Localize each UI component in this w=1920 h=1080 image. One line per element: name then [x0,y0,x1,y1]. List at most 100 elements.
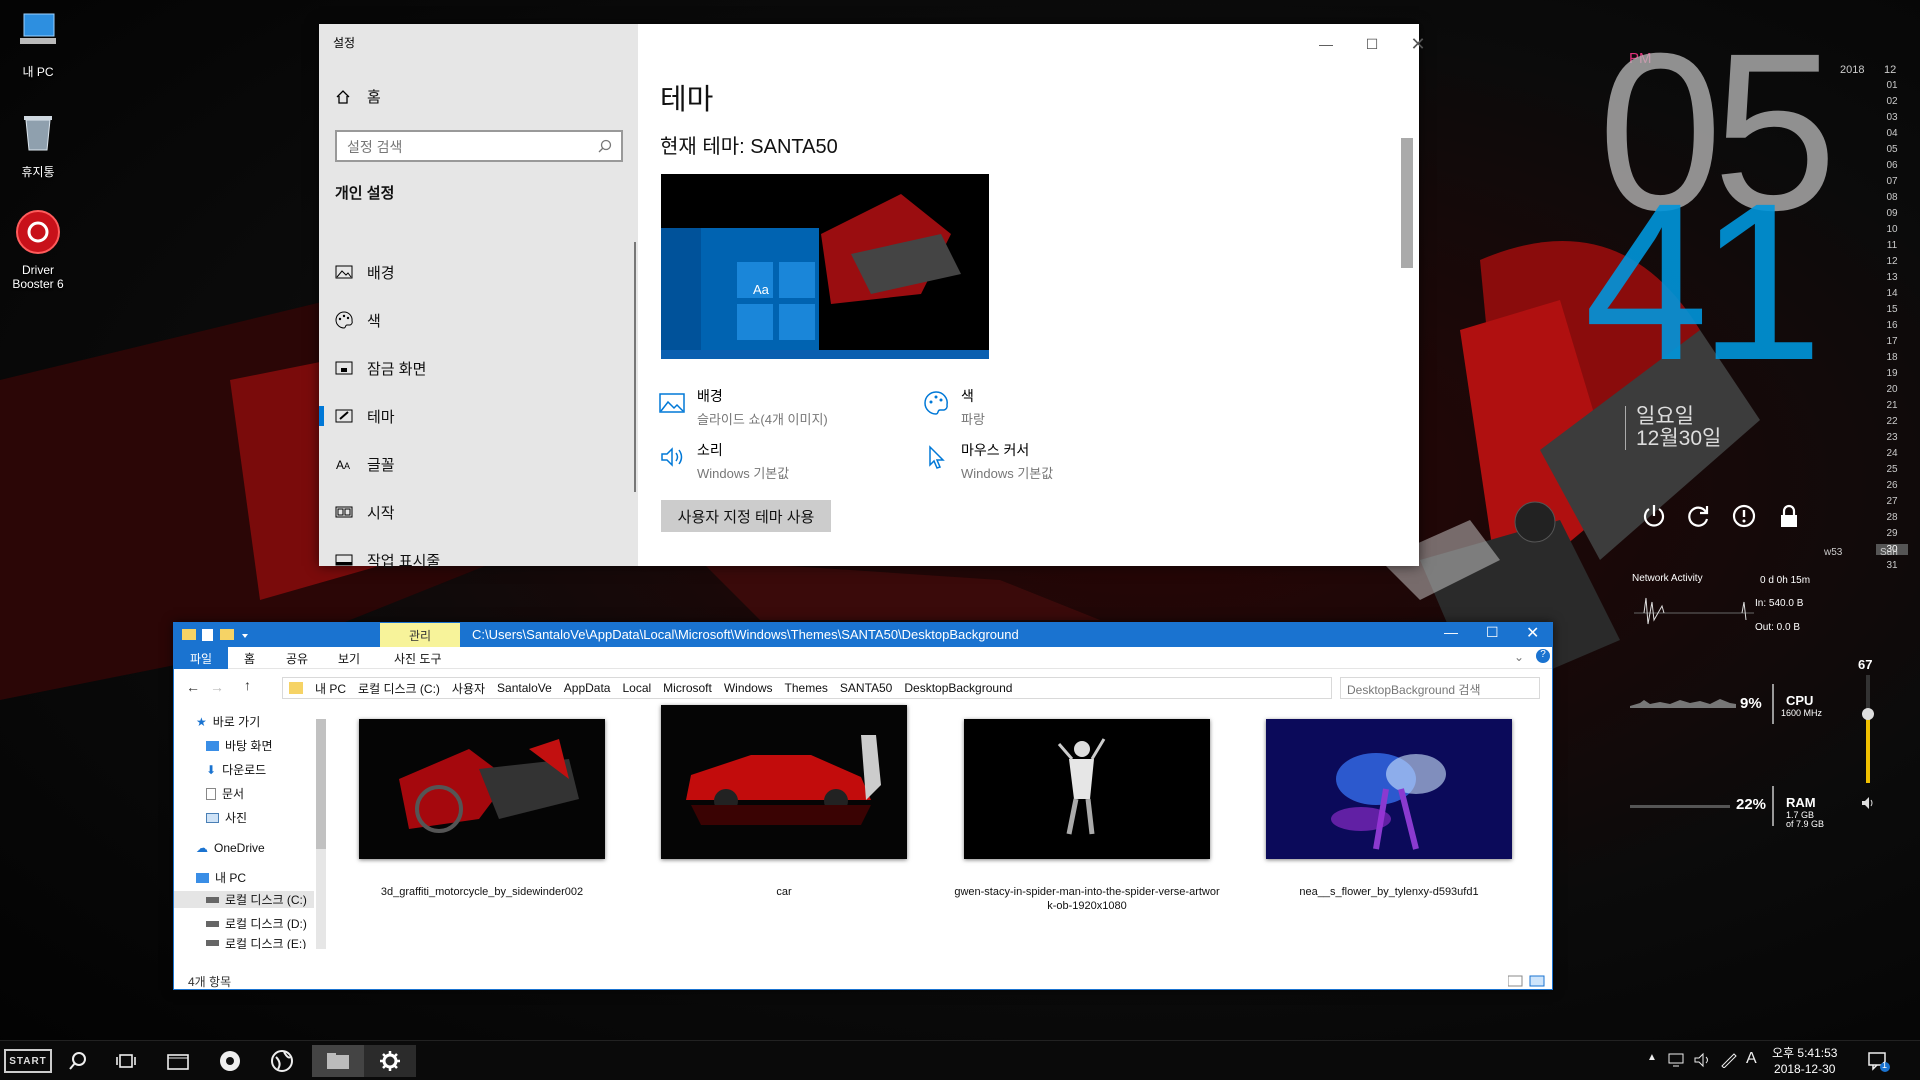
theme-option-color[interactable]: 색 파랑 [923,386,985,428]
tree-item-documents[interactable]: 문서 [206,785,244,802]
back-arrow-icon[interactable]: ← [186,679,200,695]
breadcrumb-item[interactable]: SANTA50 [840,681,892,695]
theme-option-background[interactable]: 배경 슬라이드 쇼(4개 이미지) [659,386,828,428]
nav-item-fonts[interactable]: AA 글꼴 [319,444,638,484]
tree-item-pictures[interactable]: 사진 [206,809,247,826]
explorer-search-input[interactable]: DesktopBackground 검색 [1340,677,1540,699]
desktop-icon-recycle-bin[interactable]: 휴지통 [0,108,76,180]
breadcrumb-item[interactable]: Local [622,681,651,695]
file-name[interactable]: car [649,885,919,899]
task-view-icon[interactable] [104,1045,148,1077]
start-button[interactable]: START [4,1049,52,1073]
file-thumbnail[interactable] [661,705,907,859]
breadcrumb-item[interactable]: Microsoft [663,681,712,695]
net-in: In: 540.0 B [1755,598,1804,609]
close-button[interactable]: ✕ [1395,30,1441,58]
settings-search-input[interactable]: 설정 검색 [335,130,623,162]
desktop-icon-this-pc[interactable]: 내 PC [0,8,76,80]
close-button[interactable]: ✕ [1526,623,1539,643]
tree-item-drive-d[interactable]: 로컬 디스크 (D:) [206,915,307,932]
desktop-icon-driver-booster[interactable]: Driver Booster 6 [0,208,76,291]
chevron-down-icon[interactable]: ⌄ [1514,650,1524,664]
volume-icon[interactable] [1860,795,1876,811]
ribbon-tab-home[interactable]: 홈 [244,650,255,667]
settings-taskbar-button[interactable] [364,1045,416,1077]
restart-icon[interactable] [1686,503,1712,529]
chevron-up-icon[interactable]: ▲ [1647,1052,1657,1063]
lock-icon[interactable] [1776,503,1802,529]
tree-item-quick-access[interactable]: ★ 바로 가기 [196,713,260,730]
minimize-button[interactable]: — [1303,30,1349,58]
ribbon-tab-view[interactable]: 보기 [338,650,360,667]
option-title: 소리 [697,442,723,458]
breadcrumb-item[interactable]: Themes [785,681,828,695]
breadcrumb-item[interactable]: 내 PC [315,680,346,697]
forward-arrow-icon[interactable]: → [210,679,224,695]
breadcrumb-item[interactable]: SantaloVe [497,681,552,695]
tree-item-downloads[interactable]: ⬇ 다운로드 [206,761,266,778]
search-icon[interactable] [56,1045,100,1077]
folder-icon [289,682,303,694]
scrollbar-thumb[interactable] [1401,138,1413,268]
tree-item-drive-e[interactable]: 로컬 디스크 (E:) [206,937,306,949]
file-thumbnail[interactable] [1266,719,1512,859]
scrollbar-thumb[interactable] [316,719,326,849]
tree-item-desktop[interactable]: 바탕 화면 [206,737,273,754]
help-icon[interactable]: ? [1536,649,1550,663]
breadcrumb-item[interactable]: Windows [724,681,773,695]
ribbon-tab-picture-tools[interactable]: 사진 도구 [394,650,442,667]
file-name[interactable]: gwen-stacy-in-spider-man-into-the-spider… [952,885,1222,914]
power-icon[interactable] [1641,503,1667,529]
nav-item-background[interactable]: 배경 [319,252,638,292]
sidebar-scrollbar[interactable] [634,242,636,492]
use-custom-theme-button[interactable]: 사용자 지정 테마 사용 [661,500,831,532]
network-icon[interactable] [1668,1052,1686,1068]
nav-item-themes[interactable]: 테마 [319,396,638,436]
view-toggle[interactable] [1508,975,1548,987]
nav-item-lock-screen[interactable]: 잠금 화면 [319,348,638,388]
minimize-button[interactable]: — [1444,624,1458,640]
quick-access-toolbar[interactable] [182,627,262,643]
tab-manage[interactable]: 관리 [380,623,460,647]
input-method-indicator[interactable]: A [1746,1050,1757,1068]
breadcrumb-item[interactable]: 로컬 디스크 (C:) [358,680,440,697]
volume-slider[interactable] [1862,675,1874,783]
main-scrollbar[interactable] [1401,124,1413,544]
theme-option-mouse-cursor[interactable]: 마우스 커서 Windows 기본값 [923,440,1053,482]
maximize-button[interactable]: ☐ [1486,624,1499,641]
cpu-graph [1630,699,1736,708]
shutdown-icon[interactable] [1731,503,1757,529]
maximize-button[interactable]: ☐ [1349,30,1395,58]
file-thumbnail[interactable] [964,719,1210,859]
file-name[interactable]: 3d_graffiti_motorcycle_by_sidewinder002 [347,885,617,899]
nav-item-color[interactable]: 색 [319,300,638,340]
address-bar[interactable]: 내 PC 로컬 디스크 (C:) 사용자 SantaloVe AppData L… [282,677,1332,699]
taskbar-clock[interactable]: 오후 5:41:53 2018-12-30 [1772,1045,1837,1077]
breadcrumb-item[interactable]: 사용자 [452,680,485,697]
theme-option-sounds[interactable]: 소리 Windows 기본값 [659,440,789,482]
file-name[interactable]: nea__s_flower_by_tylenxy-d593ufd1 [1254,885,1524,899]
speaker-icon[interactable] [1694,1052,1712,1068]
explorer-taskbar-button[interactable] [312,1045,364,1077]
ribbon-tab-share[interactable]: 공유 [286,650,308,667]
volume-knob[interactable] [1862,708,1874,720]
current-theme-label: 현재 테마: SANTA50 [660,136,838,158]
nav-home[interactable]: 홈 [335,86,381,107]
file-thumbnail[interactable] [359,719,605,859]
breadcrumb-item[interactable]: AppData [564,681,611,695]
media-player-icon[interactable] [208,1045,252,1077]
tree-item-this-pc[interactable]: 내 PC [196,869,246,886]
tree-item-drive-c[interactable]: 로컬 디스크 (C:) [174,891,314,908]
up-arrow-icon[interactable]: ↑ [244,677,251,693]
pen-icon[interactable] [1720,1052,1738,1068]
browser-icon[interactable] [260,1045,304,1077]
explorer-title-path: C:\Users\SantaloVe\AppData\Local\Microso… [472,627,1019,642]
tree-item-onedrive[interactable]: ☁ OneDrive [196,841,265,855]
ribbon-tab-file[interactable]: 파일 [174,647,228,669]
nav-scrollbar[interactable] [316,719,326,949]
nav-item-taskbar[interactable]: 작업 표시줄 [319,540,638,580]
drive-icon [206,920,219,927]
file-explorer-taskbar-icon[interactable] [156,1045,200,1077]
nav-item-start[interactable]: 시작 [319,492,638,532]
breadcrumb-item[interactable]: DesktopBackground [904,681,1012,695]
